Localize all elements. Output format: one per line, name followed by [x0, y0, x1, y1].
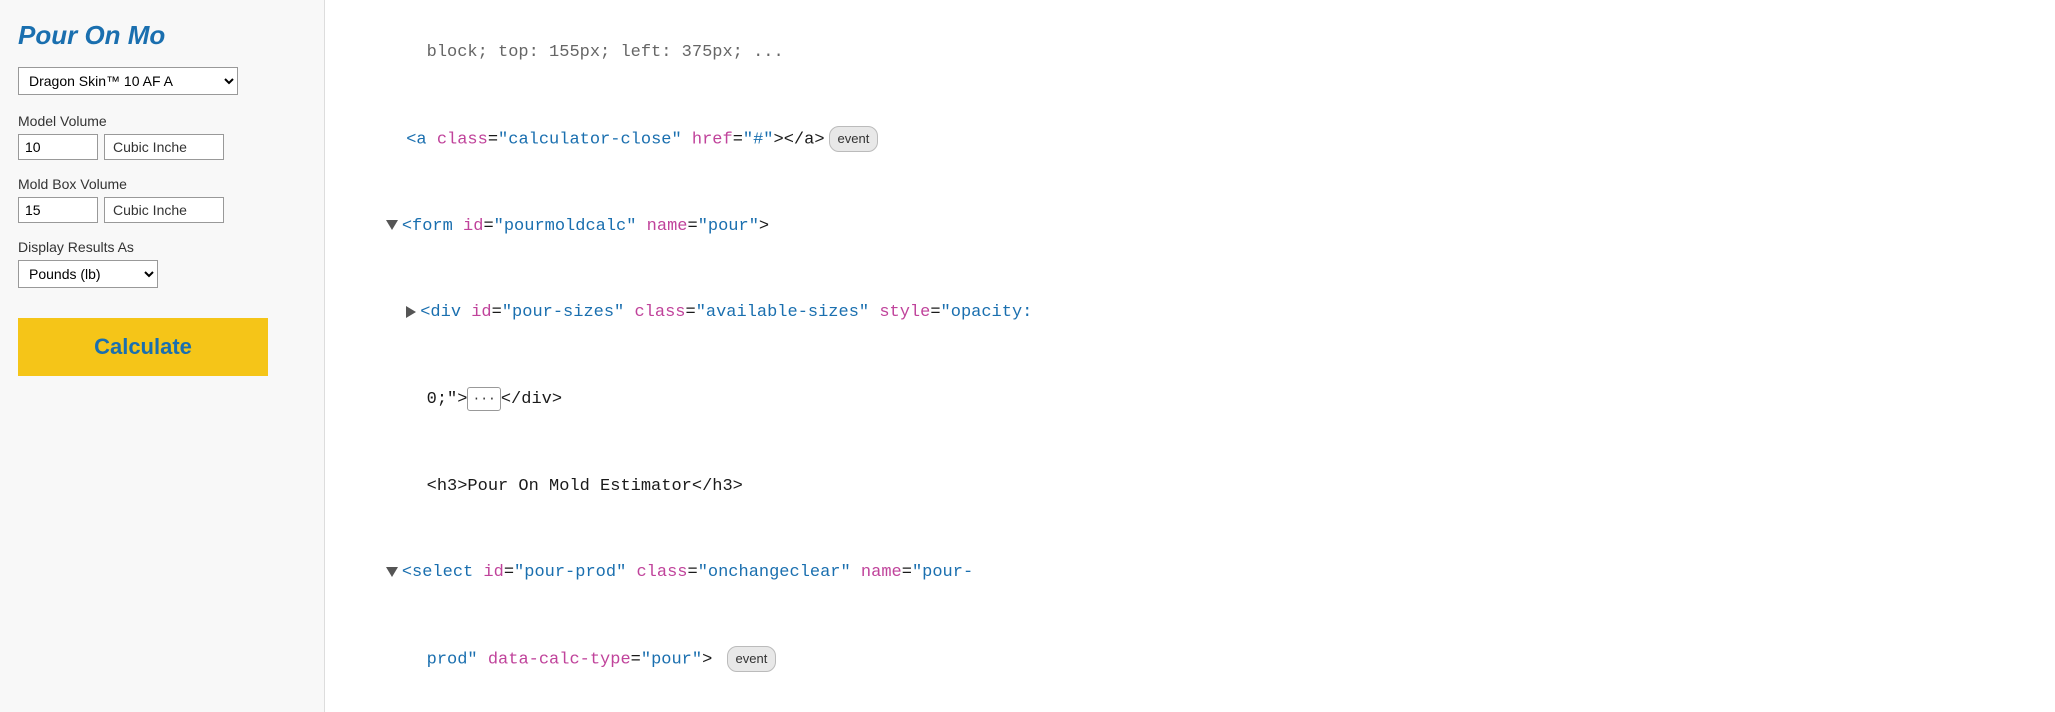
product-select-container: Dragon Skin™ 10 AF A	[18, 67, 306, 95]
panel-title: Pour On Mo	[18, 20, 306, 51]
code-line-1: block; top: 155px; left: 375px; ...	[345, 10, 2035, 97]
mold-box-unit: Cubic Inche	[104, 197, 224, 223]
code-panel: block; top: 155px; left: 375px; ... <a c…	[325, 0, 2055, 712]
display-results-group: Display Results As Pounds (lb)	[18, 239, 306, 288]
display-select[interactable]: Pounds (lb)	[18, 260, 158, 288]
mold-box-input[interactable]	[18, 197, 98, 223]
product-select[interactable]: Dragon Skin™ 10 AF A	[18, 67, 238, 95]
model-volume-row: Cubic Inche	[18, 134, 306, 160]
display-select-container: Pounds (lb)	[18, 260, 306, 288]
model-volume-group: Model Volume Cubic Inche	[18, 113, 306, 160]
mold-box-label: Mold Box Volume	[18, 176, 306, 192]
ellipsis-icon: ···	[467, 387, 500, 411]
code-line-2: <a class="calculator-close" href="#"></a…	[345, 97, 2035, 184]
model-volume-unit: Cubic Inche	[104, 134, 224, 160]
code-line-6: <h3>Pour On Mold Estimator</h3>	[345, 444, 2035, 531]
triangle-down-icon-2	[386, 567, 398, 577]
left-panel: Pour On Mo Dragon Skin™ 10 AF A Model Vo…	[0, 0, 325, 712]
code-line-9: <option value="0">---Select Product Belo…	[345, 704, 2035, 712]
model-volume-input[interactable]	[18, 134, 98, 160]
mold-box-volume-group: Mold Box Volume Cubic Inche	[18, 176, 306, 223]
code-line-5: 0;">···</div>	[345, 357, 2035, 444]
code-line-7: <select id="pour-prod" class="onchangecl…	[345, 531, 2035, 618]
event-badge-1: event	[829, 126, 879, 152]
model-volume-label: Model Volume	[18, 113, 306, 129]
triangle-down-icon-1	[386, 220, 398, 230]
event-badge-2: event	[727, 646, 777, 672]
mold-box-row: Cubic Inche	[18, 197, 306, 223]
code-line-8: prod" data-calc-type="pour"> event	[345, 617, 2035, 704]
code-line-3: <form id="pourmoldcalc" name="pour">	[345, 184, 2035, 271]
triangle-right-icon-1	[406, 306, 416, 318]
calculate-button[interactable]: Calculate	[18, 318, 268, 376]
display-results-label: Display Results As	[18, 239, 306, 255]
code-line-4: <div id="pour-sizes" class="available-si…	[345, 271, 2035, 358]
